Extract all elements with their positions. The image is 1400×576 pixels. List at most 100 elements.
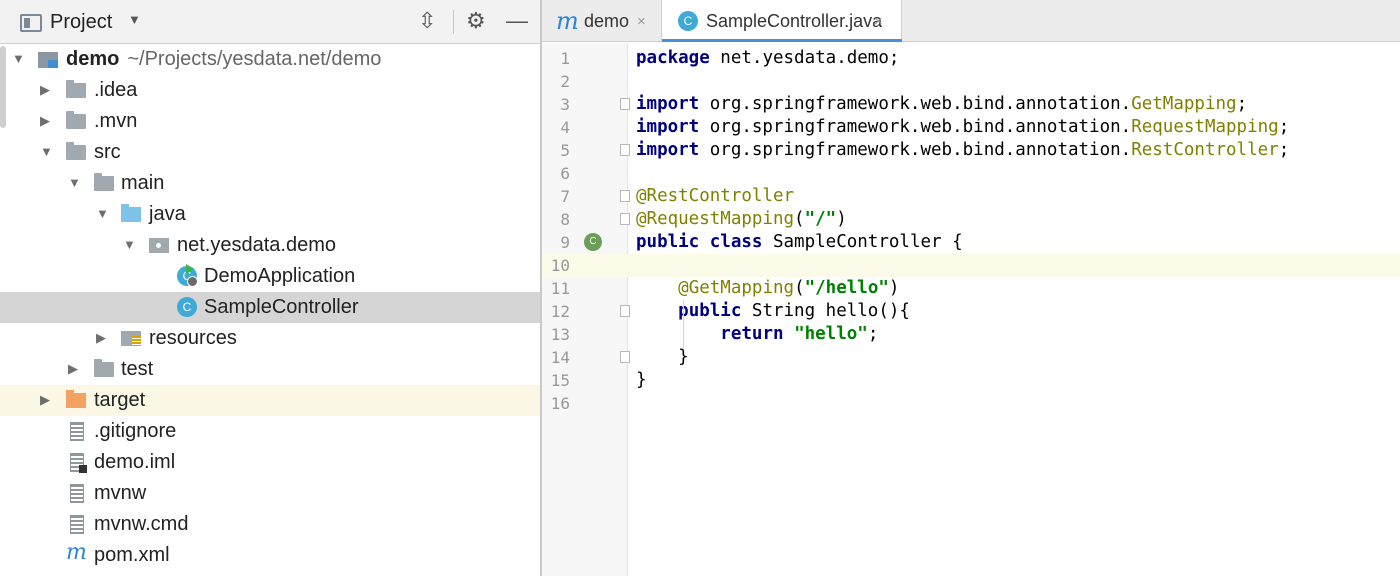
code-text: }: [636, 347, 689, 367]
line-number: 8: [560, 210, 570, 229]
code-line[interactable]: 8 @RequestMapping("/"): [542, 208, 1400, 231]
tree-item-java[interactable]: ▼ java: [0, 199, 540, 230]
minimize-icon[interactable]: —: [506, 9, 528, 33]
code-text: ): [888, 278, 900, 298]
clock-badge-icon: [187, 276, 198, 287]
string-literal: "/": [804, 209, 837, 229]
code-line[interactable]: 14 }: [542, 346, 1400, 369]
chevron-down-icon[interactable]: ▼: [128, 12, 141, 27]
line-number: 14: [550, 348, 570, 367]
expand-arrow-icon[interactable]: ▼: [96, 204, 109, 224]
code-line-current[interactable]: 10: [542, 254, 1400, 277]
code-line[interactable]: 2: [542, 70, 1400, 93]
tree-item-label: .mvn: [94, 110, 138, 132]
code-line[interactable]: 1 package net.yesdata.demo;: [542, 47, 1400, 70]
tree-item-package[interactable]: ▼ net.yesdata.demo: [0, 230, 540, 261]
code-line[interactable]: 15 }: [542, 369, 1400, 392]
annotation: @RestController: [636, 186, 795, 206]
fold-marker-icon[interactable]: [620, 305, 630, 317]
line-number: 16: [550, 394, 570, 413]
tree-item-pom-xml[interactable]: m pom.xml: [0, 540, 540, 571]
tree-item-target[interactable]: ▶ target: [0, 385, 540, 416]
gear-icon[interactable]: ⚙: [466, 9, 486, 33]
folder-icon: [94, 359, 114, 377]
fold-marker-icon[interactable]: [620, 190, 630, 202]
tree-item-src[interactable]: ▼ src: [0, 137, 540, 168]
spring-bean-icon[interactable]: C: [584, 233, 602, 251]
code-line[interactable]: 5 import org.springframework.web.bind.an…: [542, 139, 1400, 162]
code-line[interactable]: 13 return "hello";: [542, 323, 1400, 346]
code-line[interactable]: 12 public String hello(){: [542, 300, 1400, 323]
code-line[interactable]: 3 import org.springframework.web.bind.an…: [542, 93, 1400, 116]
keyword: public: [678, 301, 742, 321]
line-number: 15: [550, 371, 570, 390]
fold-marker-icon[interactable]: [620, 351, 630, 363]
expand-arrow-icon[interactable]: ▶: [68, 359, 78, 379]
code-text: SampleController {: [762, 232, 963, 252]
tree-item-mvnw-cmd[interactable]: mvnw.cmd: [0, 509, 540, 540]
excluded-folder-icon: [66, 390, 86, 408]
fold-marker-icon[interactable]: [620, 98, 630, 110]
tree-item-mvnw[interactable]: mvnw: [0, 478, 540, 509]
close-icon[interactable]: ×: [637, 13, 646, 30]
code-text: net.yesdata.demo;: [709, 48, 900, 68]
tab-demo[interactable]: m demo ×: [542, 0, 662, 42]
class-glyph: C: [182, 300, 192, 314]
tree-item-label: mvnw: [94, 482, 147, 504]
expand-arrow-icon[interactable]: ▶: [96, 328, 106, 348]
class-ref: GetMapping: [1131, 94, 1237, 114]
expand-arrow-icon[interactable]: ▶: [40, 80, 50, 100]
code-line[interactable]: 6: [542, 162, 1400, 185]
tree-item-resources[interactable]: ▶ resources: [0, 323, 540, 354]
tree-item-main[interactable]: ▼ main: [0, 168, 540, 199]
fold-marker-icon[interactable]: [620, 213, 630, 225]
indent-guide: [683, 300, 684, 348]
collapse-all-icon[interactable]: ⇳: [418, 9, 436, 33]
editor-tab-bar: m demo × C SampleController.java ×: [542, 0, 1400, 42]
class-ref: RestController: [1131, 140, 1279, 160]
code-text: ;: [1278, 140, 1290, 160]
tree-scrollbar[interactable]: [0, 46, 6, 128]
code-line[interactable]: 11 @GetMapping("/hello"): [542, 277, 1400, 300]
fold-marker-icon[interactable]: [620, 144, 630, 156]
close-icon[interactable]: ×: [874, 13, 883, 30]
maven-icon: m: [556, 7, 579, 35]
tab-label: demo: [584, 11, 630, 31]
string-literal: "/hello": [804, 278, 889, 298]
project-panel-title[interactable]: Project: [50, 11, 112, 34]
module-file-icon: [70, 453, 87, 473]
code-text: ;: [1278, 117, 1290, 137]
expand-arrow-icon[interactable]: ▶: [40, 390, 50, 410]
expand-arrow-icon[interactable]: ▶: [40, 111, 50, 131]
expand-arrow-icon[interactable]: ▼: [68, 173, 81, 193]
keyword: import: [636, 140, 700, 160]
module-folder-icon: [38, 52, 58, 68]
class-icon: C: [678, 11, 698, 31]
keyword: package: [636, 48, 710, 68]
keyword: return: [720, 324, 784, 344]
tree-item-demo-iml[interactable]: demo.iml: [0, 447, 540, 478]
code-line[interactable]: 9 C public class SampleController {: [542, 231, 1400, 254]
folder-icon: [66, 111, 86, 129]
expand-arrow-icon[interactable]: ▼: [123, 235, 136, 255]
expand-arrow-icon[interactable]: ▼: [40, 142, 53, 162]
tree-item-mvn[interactable]: ▶ .mvn: [0, 106, 540, 137]
code-line[interactable]: 4 import org.springframework.web.bind.an…: [542, 116, 1400, 139]
tree-item-gitignore[interactable]: .gitignore: [0, 416, 540, 447]
tree-item-demoapplication[interactable]: C DemoApplication: [0, 261, 540, 292]
code-line[interactable]: 7 @RestController: [542, 185, 1400, 208]
tree-item-idea[interactable]: ▶ .idea: [0, 75, 540, 106]
expand-arrow-icon[interactable]: ▼: [12, 49, 25, 69]
tab-samplecontroller[interactable]: C SampleController.java ×: [662, 0, 902, 42]
line-number: 3: [560, 95, 570, 114]
tree-item-test[interactable]: ▶ test: [0, 354, 540, 385]
package-icon: [149, 238, 169, 253]
tree-item-samplecontroller[interactable]: C SampleController: [0, 292, 540, 323]
tree-item-demo[interactable]: ▼ demo ~/Projects/yesdata.net/demo: [0, 44, 540, 75]
source-folder-icon: [121, 204, 141, 222]
text-file-icon: [70, 422, 84, 441]
line-number: 1: [560, 49, 570, 68]
code-line[interactable]: 16: [542, 392, 1400, 415]
tree-item-label: .gitignore: [94, 420, 177, 442]
